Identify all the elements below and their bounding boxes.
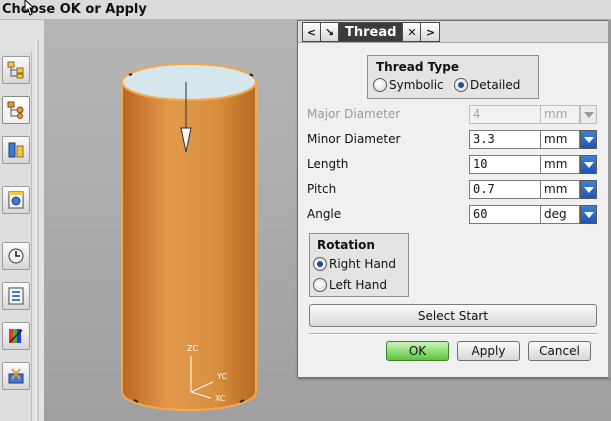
resource-bar-strip — [0, 52, 32, 421]
radio-detailed-indicator[interactable] — [454, 78, 468, 92]
thread-dialog: < ↘ Thread ✕ > Thread Type Symbolic Deta… — [297, 20, 611, 378]
system-materials-icon — [8, 287, 24, 305]
back-button[interactable]: < — [303, 23, 321, 41]
roles-icon — [9, 329, 23, 343]
ok-button[interactable]: OK — [386, 341, 449, 361]
assembly-load-button[interactable] — [2, 362, 30, 390]
resource-bar-divider — [36, 40, 39, 421]
major-diameter-label: Major Diameter — [307, 107, 401, 121]
length-input[interactable]: 10 — [469, 155, 541, 174]
chevron-left-icon: < — [306, 25, 317, 39]
select-start-button[interactable]: Select Start — [309, 304, 597, 327]
dialog-titlebar[interactable]: < ↘ Thread ✕ > — [298, 21, 610, 43]
assembly-navigator-button[interactable] — [2, 56, 30, 84]
major-diameter-unit-dropdown — [580, 105, 597, 124]
length-unit[interactable]: mm — [541, 155, 580, 174]
angle-input[interactable]: 60 — [469, 205, 541, 224]
angle-unit[interactable]: deg — [541, 205, 580, 224]
dialog-title-group: < ↘ Thread ✕ > — [302, 22, 441, 42]
minor-diameter-input[interactable]: 3.3 — [469, 130, 541, 149]
dialog-title: Thread — [339, 23, 404, 41]
radio-right-hand[interactable]: Right Hand — [313, 257, 396, 271]
radio-right-hand-label: Right Hand — [329, 257, 397, 271]
radio-detailed-label: Detailed — [470, 78, 521, 92]
history-button[interactable] — [2, 242, 30, 270]
radio-left-hand-indicator[interactable] — [313, 278, 327, 292]
yc-axis-label: YC — [216, 372, 227, 381]
radio-detailed[interactable]: Detailed — [454, 78, 520, 92]
cue-line: Choose OK or Apply — [0, 0, 611, 20]
angle-label: Angle — [307, 207, 342, 221]
thread-type-group: Thread Type Symbolic Detailed — [367, 55, 539, 99]
assembly-load-icon — [8, 368, 24, 384]
part-navigator-button[interactable] — [2, 96, 30, 124]
mouse-cursor-icon — [24, 0, 34, 16]
roles-button[interactable] — [2, 322, 30, 350]
minor-diameter-unit-dropdown[interactable] — [580, 130, 597, 149]
pitch-unit-dropdown[interactable] — [580, 180, 597, 199]
resource-bar — [0, 20, 44, 421]
pitch-label: Pitch — [307, 182, 337, 196]
web-browser-icon — [8, 191, 24, 209]
minor-diameter-unit[interactable]: mm — [541, 130, 580, 149]
rotation-title: Rotation — [317, 238, 375, 252]
assembly-navigator-icon — [7, 61, 24, 79]
close-icon: ✕ — [407, 25, 417, 39]
cancel-button[interactable]: Cancel — [528, 341, 591, 361]
cylinder-top-face[interactable] — [121, 63, 257, 101]
length-label: Length — [307, 157, 349, 171]
history-icon — [8, 248, 24, 264]
close-button[interactable]: ✕ — [403, 23, 422, 41]
radio-symbolic-indicator[interactable] — [373, 78, 387, 92]
angle-unit-dropdown[interactable] — [580, 205, 597, 224]
radio-left-hand[interactable]: Left Hand — [313, 278, 387, 292]
system-materials-button[interactable] — [2, 282, 30, 310]
radio-right-hand-indicator[interactable] — [313, 257, 327, 271]
pitch-unit[interactable]: mm — [541, 180, 580, 199]
part-navigator-icon — [7, 101, 24, 119]
collapse-button[interactable]: ↘ — [321, 23, 339, 41]
constraint-navigator-button[interactable] — [2, 136, 30, 164]
dialog-divider — [309, 333, 597, 335]
radio-symbolic[interactable]: Symbolic — [373, 78, 444, 92]
zc-axis-label: ZC — [187, 344, 198, 353]
major-diameter-unit: mm — [541, 105, 580, 124]
forward-button[interactable]: > — [421, 23, 440, 41]
radio-symbolic-label: Symbolic — [389, 78, 444, 92]
rotation-group: Rotation Right Hand Left Hand — [309, 233, 409, 297]
chevron-right-icon: > — [425, 25, 436, 39]
minor-diameter-label: Minor Diameter — [307, 132, 401, 146]
collapse-arrow-icon: ↘ — [324, 25, 335, 39]
thread-type-title: Thread Type — [376, 60, 459, 74]
major-diameter-input: 4 — [469, 105, 541, 124]
length-unit-dropdown[interactable] — [580, 155, 597, 174]
pitch-input[interactable]: 0.7 — [469, 180, 541, 199]
xc-axis-label: XC — [215, 394, 226, 403]
web-browser-button[interactable] — [2, 186, 30, 214]
apply-button[interactable]: Apply — [457, 341, 520, 361]
constraint-navigator-icon — [8, 142, 24, 158]
radio-left-hand-label: Left Hand — [329, 278, 387, 292]
